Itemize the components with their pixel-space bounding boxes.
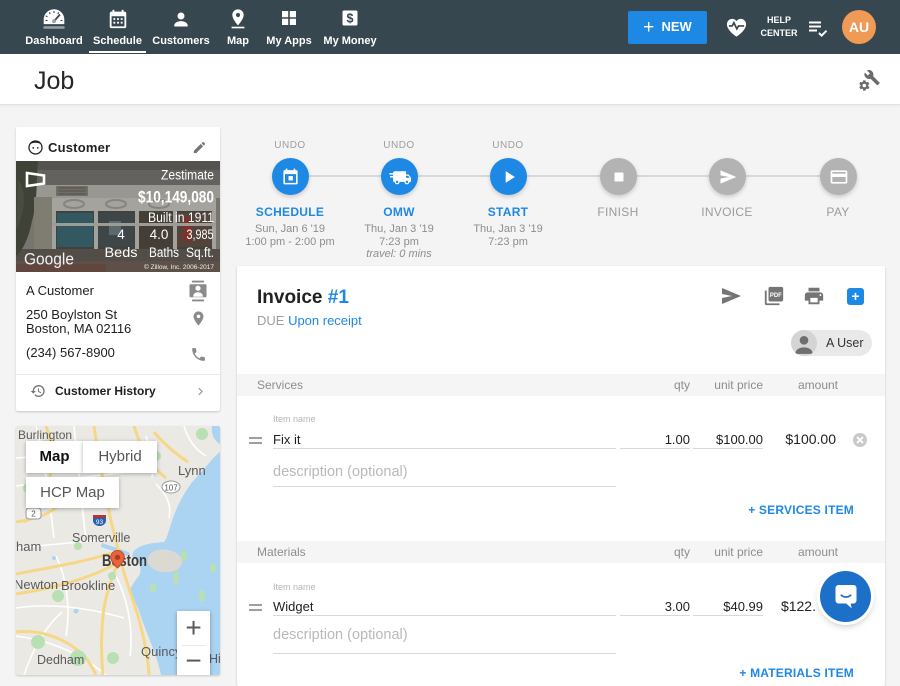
svg-text:Baths: Baths [149, 245, 179, 260]
svg-text:Newton: Newton [16, 577, 58, 592]
svg-text:Boston: Boston [102, 552, 147, 570]
svg-text:107: 107 [164, 484, 178, 493]
svg-text:Built in 1911: Built in 1911 [148, 210, 214, 225]
svg-text:$: $ [347, 12, 354, 26]
svg-text:4.0: 4.0 [150, 227, 169, 242]
svg-text:© Zillow, Inc. 2006-2017: © Zillow, Inc. 2006-2017 [144, 264, 215, 271]
svg-text:4: 4 [117, 227, 125, 242]
svg-text:Somerville: Somerville [72, 531, 130, 545]
svg-text:Beds: Beds [105, 245, 138, 260]
svg-text:Google: Google [24, 251, 74, 269]
svg-text:Brookline: Brookline [61, 578, 115, 593]
svg-text:Lynn: Lynn [178, 463, 206, 478]
svg-text:Hi: Hi [209, 652, 220, 666]
svg-text:PDF: PDF [770, 293, 782, 299]
svg-text:Sq.ft.: Sq.ft. [186, 245, 214, 260]
svg-text:Zestimate: Zestimate [161, 168, 214, 183]
svg-text:2: 2 [31, 510, 36, 519]
svg-text:Dedham: Dedham [37, 653, 84, 667]
svg-text:Quincy: Quincy [141, 644, 182, 659]
svg-text:Burlington: Burlington [18, 428, 72, 442]
svg-text:$10,149,080: $10,149,080 [138, 189, 214, 207]
svg-text:93: 93 [96, 519, 104, 526]
svg-text:ham: ham [16, 539, 41, 554]
svg-text:3,985: 3,985 [187, 227, 214, 242]
